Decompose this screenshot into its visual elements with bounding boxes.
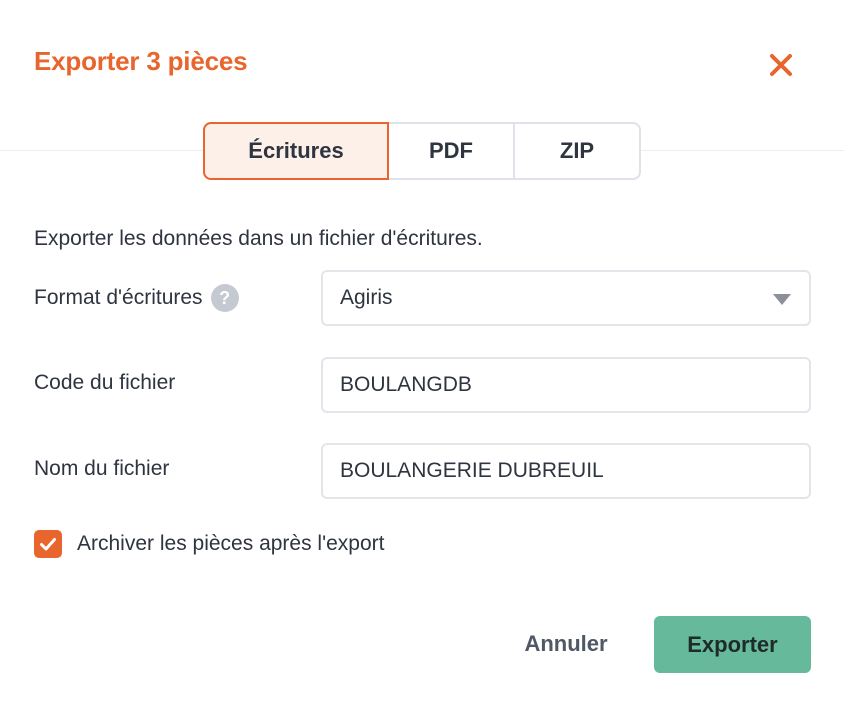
cancel-button[interactable]: Annuler xyxy=(506,616,626,672)
export-dialog: Exporter 3 pièces Écritures PDF ZIP Expo… xyxy=(0,0,844,704)
file-code-value: BOULANGDB xyxy=(340,373,472,396)
tab-zip[interactable]: ZIP xyxy=(515,124,639,178)
checkmark-icon xyxy=(40,538,56,551)
close-button[interactable] xyxy=(766,50,796,80)
export-description: Exporter les données dans un fichier d'é… xyxy=(34,227,483,250)
file-name-input[interactable]: BOULANGERIE DUBREUIL xyxy=(321,443,811,499)
file-code-label: Code du fichier xyxy=(34,371,176,394)
archive-checkbox[interactable] xyxy=(34,530,62,558)
close-icon xyxy=(770,54,792,76)
dialog-title: Exporter 3 pièces xyxy=(34,46,248,76)
chevron-down-icon xyxy=(773,294,791,305)
file-name-label: Nom du fichier xyxy=(34,457,170,480)
question-circle-icon[interactable]: ? xyxy=(210,284,239,312)
tab-pdf[interactable]: PDF xyxy=(389,124,515,178)
format-select-value: Agiris xyxy=(340,286,393,309)
export-type-tabs: Écritures PDF ZIP xyxy=(203,122,641,180)
file-name-value: BOULANGERIE DUBREUIL xyxy=(340,459,604,482)
format-label-row: Format d'écritures ? xyxy=(34,284,239,312)
format-select[interactable]: Agiris xyxy=(321,270,811,326)
export-button[interactable]: Exporter xyxy=(654,616,811,673)
file-code-input[interactable]: BOULANGDB xyxy=(321,357,811,413)
archive-checkbox-label[interactable]: Archiver les pièces après l'export xyxy=(77,532,384,556)
tab-ecritures[interactable]: Écritures xyxy=(203,122,389,180)
format-label: Format d'écritures xyxy=(34,286,203,309)
